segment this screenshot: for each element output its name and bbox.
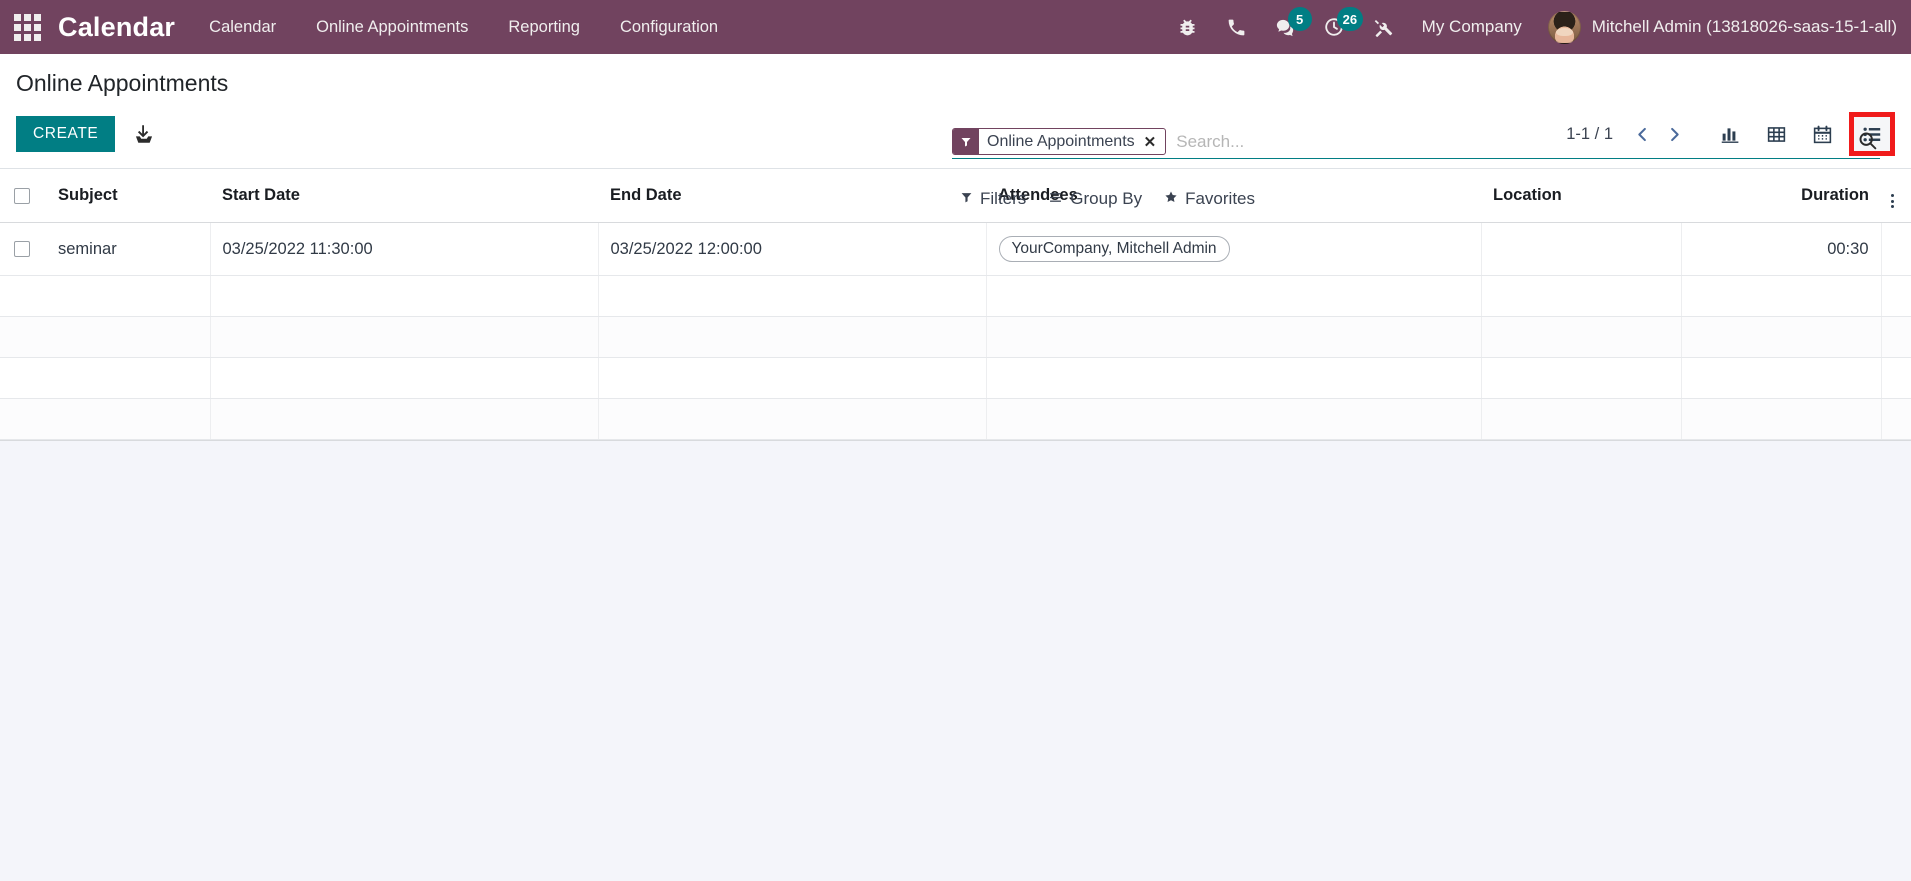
phone-icon <box>1228 19 1245 35</box>
empty-row <box>0 316 1911 358</box>
cell-subject: seminar <box>46 222 211 276</box>
control-panel: Online Appointments Online Appointments … <box>0 54 1911 208</box>
column-header-end-date[interactable]: End Date <box>598 169 986 223</box>
menu-item-online-appointments[interactable]: Online Appointments <box>296 0 488 54</box>
bug-report-button[interactable] <box>1163 0 1212 54</box>
vertical-dots-icon <box>1890 194 1894 208</box>
search-facet-remove-icon[interactable]: ✕ <box>1142 129 1166 154</box>
menu-item-calendar[interactable]: Calendar <box>189 0 296 54</box>
navbar-systray: 5 26 My Company Mitchell Admin (13818026… <box>1163 0 1911 54</box>
group-by-dropdown[interactable]: Group By <box>1040 185 1156 213</box>
user-name-label: Mitchell Admin (13818026-saas-15-1-all) <box>1591 17 1897 36</box>
optional-columns-dropdown[interactable] <box>1881 169 1911 223</box>
empty-row <box>0 398 1911 440</box>
bug-icon <box>1180 19 1195 35</box>
import-download-icon <box>136 125 153 143</box>
column-header-subject[interactable]: Subject <box>46 169 210 223</box>
company-switcher[interactable]: My Company <box>1408 17 1540 37</box>
row-checkbox[interactable] <box>14 241 30 258</box>
search-facet-label: Online Appointments <box>987 132 1135 150</box>
column-header-duration[interactable]: Duration <box>1681 169 1881 223</box>
group-by-label: Group By <box>1070 189 1143 208</box>
activities-button[interactable]: 26 <box>1310 0 1364 54</box>
column-header-start-date[interactable]: Start Date <box>210 169 598 223</box>
page-title: Online Appointments <box>16 70 229 96</box>
navbar-menu: Calendar Online Appointments Reporting C… <box>189 0 738 54</box>
cell-end-date: 03/25/2022 12:00:00 <box>598 222 987 276</box>
menu-item-reporting[interactable]: Reporting <box>488 0 600 54</box>
favorites-label: Favorites <box>1185 189 1256 208</box>
filter-funnel-icon <box>960 189 973 209</box>
filters-label: Filters <box>980 189 1027 208</box>
page-background <box>0 441 1911 871</box>
avatar <box>1547 10 1581 44</box>
messages-badge: 5 <box>1287 7 1312 31</box>
search-dropdown-group: Filters Group By Favorites <box>952 185 1269 213</box>
cell-options <box>1881 222 1911 276</box>
filter-funnel-icon <box>953 129 979 154</box>
apps-grid-icon <box>13 13 41 41</box>
tools-wrench-icon <box>1374 19 1392 37</box>
table-body: seminar 03/25/2022 11:30:00 03/25/2022 1… <box>0 222 1911 440</box>
search-view: Online Appointments ✕ <box>952 128 1880 159</box>
phone-call-button[interactable] <box>1212 0 1261 54</box>
app-brand-calendar[interactable]: Calendar <box>54 12 189 43</box>
top-navbar: Calendar Calendar Online Appointments Re… <box>0 0 1911 54</box>
cell-location <box>1481 222 1682 276</box>
empty-row <box>0 357 1911 399</box>
table-row[interactable]: seminar 03/25/2022 11:30:00 03/25/2022 1… <box>0 222 1911 276</box>
search-facet-online-appointments[interactable]: Online Appointments ✕ <box>952 128 1167 155</box>
star-icon <box>1164 189 1178 209</box>
filters-dropdown[interactable]: Filters <box>952 185 1040 213</box>
apps-menu-button[interactable] <box>0 0 54 54</box>
favorites-dropdown[interactable]: Favorites <box>1156 185 1269 213</box>
group-lines-icon <box>1048 189 1063 209</box>
developer-tools-button[interactable] <box>1359 0 1408 54</box>
menu-item-configuration[interactable]: Configuration <box>600 0 738 54</box>
messages-button[interactable]: 5 <box>1261 0 1312 54</box>
cell-start-date: 03/25/2022 11:30:00 <box>210 222 599 276</box>
column-header-location[interactable]: Location <box>1481 169 1681 223</box>
select-all-checkbox[interactable] <box>14 187 30 204</box>
import-records-button[interactable] <box>133 123 155 145</box>
select-all-header <box>0 169 46 223</box>
user-menu[interactable]: Mitchell Admin (13818026-saas-15-1-all) <box>1540 10 1897 44</box>
cell-attendees: YourCompany, Mitchell Admin <box>986 222 1482 276</box>
row-select-cell <box>0 222 46 276</box>
create-button[interactable]: CREATE <box>16 116 116 152</box>
control-panel-top-row: Online Appointments <box>0 54 1911 106</box>
empty-row <box>0 275 1911 317</box>
search-input[interactable] <box>1172 129 1880 154</box>
breadcrumb: Online Appointments <box>16 66 228 100</box>
search-icon[interactable] <box>1855 128 1880 158</box>
cell-duration: 00:30 <box>1681 222 1882 276</box>
attendee-tag: YourCompany, Mitchell Admin <box>998 236 1230 262</box>
